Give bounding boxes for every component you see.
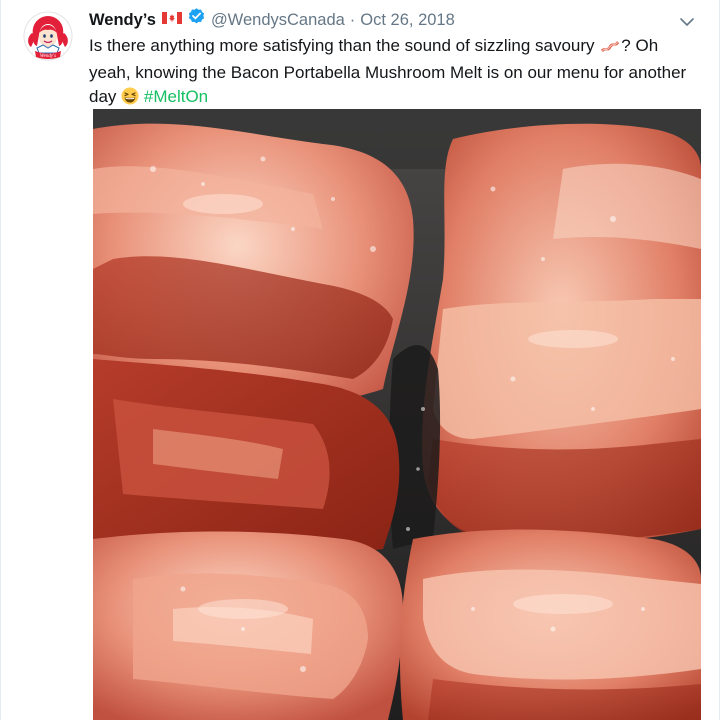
avatar[interactable]: Wendy's	[23, 11, 73, 61]
tweet-date[interactable]: Oct 26, 2018	[360, 8, 454, 32]
bacon-emoji-icon	[599, 36, 621, 61]
display-name[interactable]: Wendy’s	[89, 8, 156, 32]
hashtag-link[interactable]: #MeltOn	[144, 87, 208, 106]
canada-flag-icon	[161, 8, 182, 32]
svg-text:Wendy's: Wendy's	[40, 54, 56, 59]
verified-badge-icon	[187, 7, 206, 33]
bacon-photo	[93, 109, 701, 720]
user-handle[interactable]: @WendysCanada	[211, 8, 345, 32]
wendys-logo-icon: Wendy's	[23, 11, 73, 61]
tweet-header: Wendy’s @WendysCanada · Oct 26, 2018	[89, 8, 703, 32]
tweet-card[interactable]: Wendy's Wendy’s @WendysCanada · Oct 26, …	[0, 0, 720, 720]
tweet-media-image[interactable]	[93, 109, 701, 720]
tweet-text-part1: Is there anything more satisfying than t…	[89, 36, 595, 55]
chevron-down-icon[interactable]	[677, 12, 697, 32]
separator-dot: ·	[349, 11, 356, 29]
tweet-text: Is there anything more satisfying than t…	[89, 34, 699, 112]
tweet-content: Wendy’s @WendysCanada · Oct 26, 2018 Is …	[89, 8, 703, 112]
